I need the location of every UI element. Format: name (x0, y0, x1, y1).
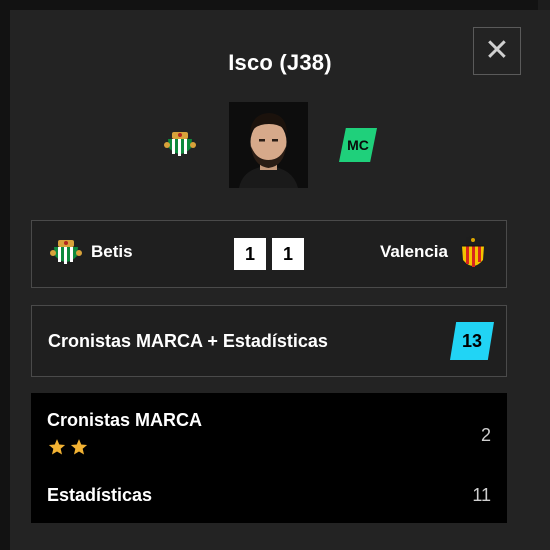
total-rating: Cronistas MARCA + Estadísticas 13 (31, 305, 507, 377)
rating-breakdown: Cronistas MARCA 2 Estadísticas 11 (31, 393, 507, 523)
home-team-name: Betis (91, 242, 133, 261)
player-avatar (229, 102, 308, 188)
betis-crest-icon (50, 238, 82, 268)
cronistas-value: 2 (480, 425, 491, 445)
close-button[interactable]: ✕ (473, 27, 521, 75)
stats-label: Estadísticas (47, 485, 153, 505)
stats-value: 11 (472, 485, 491, 505)
star-icon (48, 439, 66, 455)
total-rating-label: Cronistas MARCA + Estadísticas (48, 331, 328, 351)
cronistas-stars (48, 438, 88, 456)
player-rating-modal: Isco (J38) ✕ MC Betis 1 1 Valencia Croni… (10, 10, 550, 550)
cronistas-label: Cronistas MARCA (47, 410, 203, 430)
home-score: 1 (234, 238, 266, 270)
star-icon (70, 439, 88, 455)
away-score: 1 (272, 238, 304, 270)
position-badge: MC (339, 128, 377, 162)
total-rating-badge: 13 (450, 322, 494, 360)
betis-crest-icon (164, 130, 196, 160)
away-team-name: Valencia (379, 242, 448, 261)
match-result: Betis 1 1 Valencia (31, 220, 507, 288)
close-icon: ✕ (484, 34, 510, 67)
valencia-crest-icon (460, 236, 486, 272)
modal-title: Isco (J38) (228, 50, 332, 75)
